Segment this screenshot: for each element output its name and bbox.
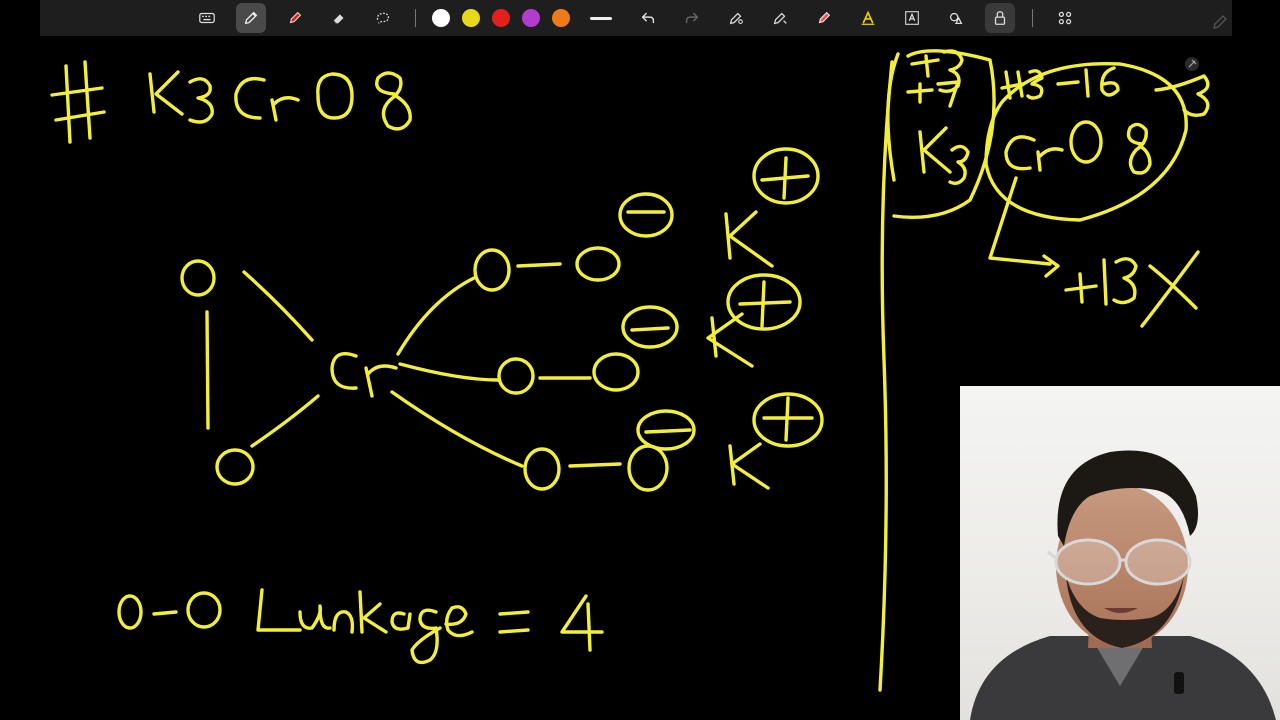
presenter-video: [970, 450, 1276, 720]
undo-icon[interactable]: [633, 3, 663, 33]
color-purple-swatch[interactable]: [522, 9, 540, 27]
linkage-count-ink: [117, 588, 604, 665]
more-apps-icon[interactable]: [1050, 3, 1080, 33]
pin-icon[interactable]: [1184, 56, 1200, 72]
highlighter-icon[interactable]: [809, 3, 839, 33]
color-red-swatch[interactable]: [492, 9, 510, 27]
drawing-toolbar: [40, 0, 1232, 36]
title-formula-ink: [50, 60, 412, 144]
laser-pen-icon[interactable]: [765, 3, 795, 33]
line-tool-icon[interactable]: [590, 16, 612, 20]
color-orange-swatch[interactable]: [552, 9, 570, 27]
toolbar-divider: [1032, 9, 1033, 27]
whiteboard-app: [0, 0, 1280, 720]
redo-icon[interactable]: [677, 3, 707, 33]
webcam-overlay: [960, 386, 1280, 720]
pen-settings-icon[interactable]: [721, 3, 751, 33]
oxidation-state-work-ink: [886, 49, 1210, 328]
marker-icon[interactable]: [280, 3, 310, 33]
structure-diagram-ink: [180, 147, 824, 492]
lock-icon[interactable]: [985, 3, 1015, 33]
toolbar-divider: [415, 9, 416, 27]
pen-icon[interactable]: [236, 3, 266, 33]
color-white-swatch[interactable]: [432, 9, 450, 27]
color-yellow-swatch[interactable]: [462, 9, 480, 27]
keyboard-icon[interactable]: [192, 3, 222, 33]
lasso-icon[interactable]: [368, 3, 398, 33]
ocr-text-icon[interactable]: [897, 3, 927, 33]
eraser-icon[interactable]: [324, 3, 354, 33]
shapes-icon[interactable]: [941, 3, 971, 33]
pen-mode-icon[interactable]: [1212, 14, 1228, 30]
text-tool-icon[interactable]: [853, 3, 883, 33]
